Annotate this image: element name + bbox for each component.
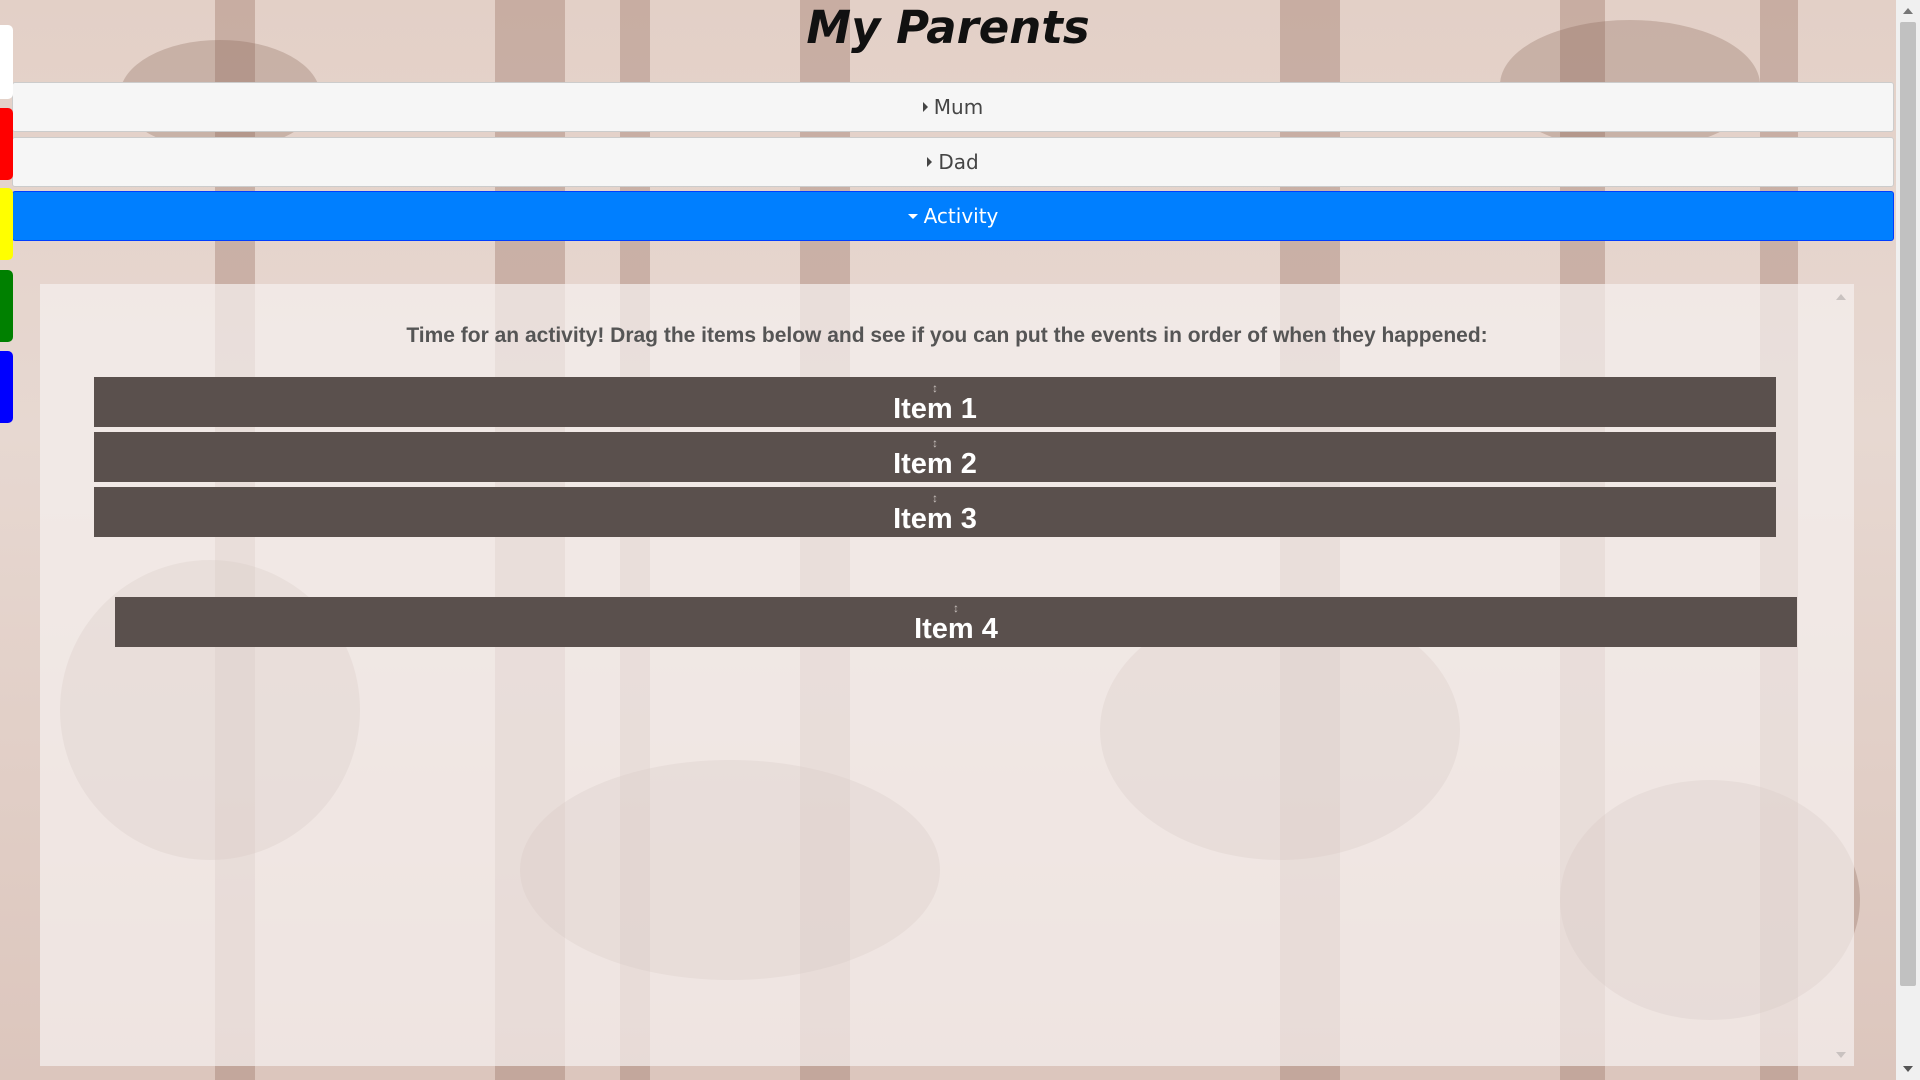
scroll-down-icon[interactable] bbox=[1903, 1066, 1913, 1072]
sortable-item[interactable]: ↕ Item 3 bbox=[94, 487, 1776, 537]
page-scrollbar[interactable] bbox=[1896, 0, 1920, 1080]
accordion-header-label: Dad bbox=[938, 150, 979, 174]
page-title: My Parents bbox=[806, 1, 1090, 54]
color-tab-green[interactable] bbox=[0, 270, 13, 342]
drag-handle-icon[interactable]: ↕ bbox=[953, 601, 959, 615]
item-label: Item 1 bbox=[893, 392, 977, 425]
accordion-header-mum[interactable]: Mum bbox=[12, 82, 1894, 132]
panel-scroll-down-icon[interactable] bbox=[1836, 1052, 1846, 1058]
drag-handle-icon[interactable]: ↕ bbox=[932, 491, 938, 505]
sortable-item-dragging[interactable]: ↕ Item 4 bbox=[115, 597, 1797, 647]
triangle-down-icon bbox=[907, 213, 918, 219]
drag-handle-icon[interactable]: ↕ bbox=[932, 436, 938, 450]
scroll-up-icon[interactable] bbox=[1903, 8, 1913, 14]
color-tab-white[interactable] bbox=[0, 25, 13, 99]
activity-panel: Time for an activity! Drag the items bel… bbox=[40, 284, 1854, 1066]
item-label: Item 4 bbox=[914, 612, 998, 645]
triangle-right-icon bbox=[927, 157, 933, 167]
scrollbar-thumb[interactable] bbox=[1900, 22, 1916, 986]
color-tab-red[interactable] bbox=[0, 108, 13, 180]
activity-instruction: Time for an activity! Drag the items bel… bbox=[406, 324, 1488, 347]
panel-scroll-up-icon[interactable] bbox=[1836, 294, 1846, 300]
item-label: Item 3 bbox=[893, 502, 977, 535]
color-tab-yellow[interactable] bbox=[0, 188, 13, 260]
accordion-header-activity[interactable]: Activity bbox=[12, 191, 1894, 241]
accordion-header-label: Activity bbox=[923, 204, 999, 228]
drag-handle-icon[interactable]: ↕ bbox=[932, 381, 938, 395]
sortable-item[interactable]: ↕ Item 1 bbox=[94, 377, 1776, 427]
accordion-header-dad[interactable]: Dad bbox=[12, 137, 1894, 187]
accordion-header-label: Mum bbox=[933, 95, 984, 119]
item-label: Item 2 bbox=[893, 447, 977, 480]
color-tab-blue[interactable] bbox=[0, 351, 13, 423]
sortable-item[interactable]: ↕ Item 2 bbox=[94, 432, 1776, 482]
triangle-right-icon bbox=[922, 102, 928, 112]
